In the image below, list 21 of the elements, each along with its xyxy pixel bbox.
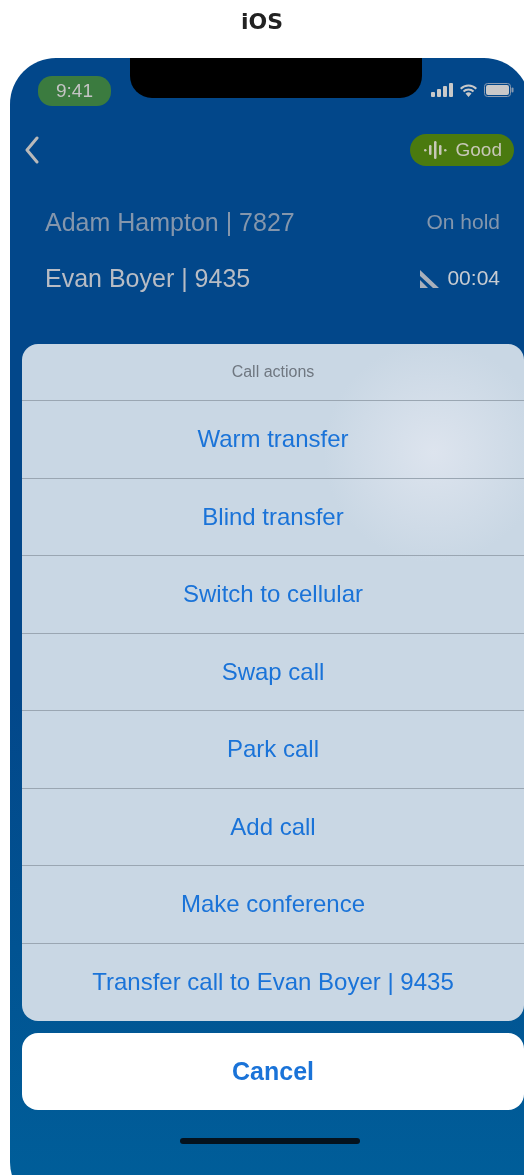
- action-item[interactable]: Blind transfer: [22, 478, 524, 556]
- action-item[interactable]: Add call: [22, 788, 524, 866]
- action-item[interactable]: Park call: [22, 711, 524, 789]
- sheet-title: Call actions: [22, 344, 524, 401]
- action-item[interactable]: Switch to cellular: [22, 556, 524, 634]
- status-time: 9:41: [38, 76, 111, 106]
- action-item[interactable]: Make conference: [22, 866, 524, 944]
- hold-status: On hold: [426, 210, 500, 234]
- quality-label: Good: [455, 139, 502, 161]
- call-timer: 00:04: [447, 266, 500, 290]
- wifi-icon: [459, 83, 478, 97]
- waveform-icon: [423, 140, 448, 160]
- caller-name: Evan Boyer | 9435: [45, 263, 251, 293]
- platform-caption: iOS: [239, 8, 285, 36]
- battery-icon: [484, 83, 514, 97]
- action-item[interactable]: Swap call: [22, 633, 524, 711]
- cancel-button[interactable]: Cancel: [22, 1033, 524, 1110]
- caller-name: Adam Hampton | 7827: [45, 207, 295, 237]
- action-item[interactable]: Warm transfer: [22, 401, 524, 479]
- signal-icon: [431, 83, 453, 97]
- action-item[interactable]: Transfer call to Evan Boyer | 9435: [22, 943, 524, 1021]
